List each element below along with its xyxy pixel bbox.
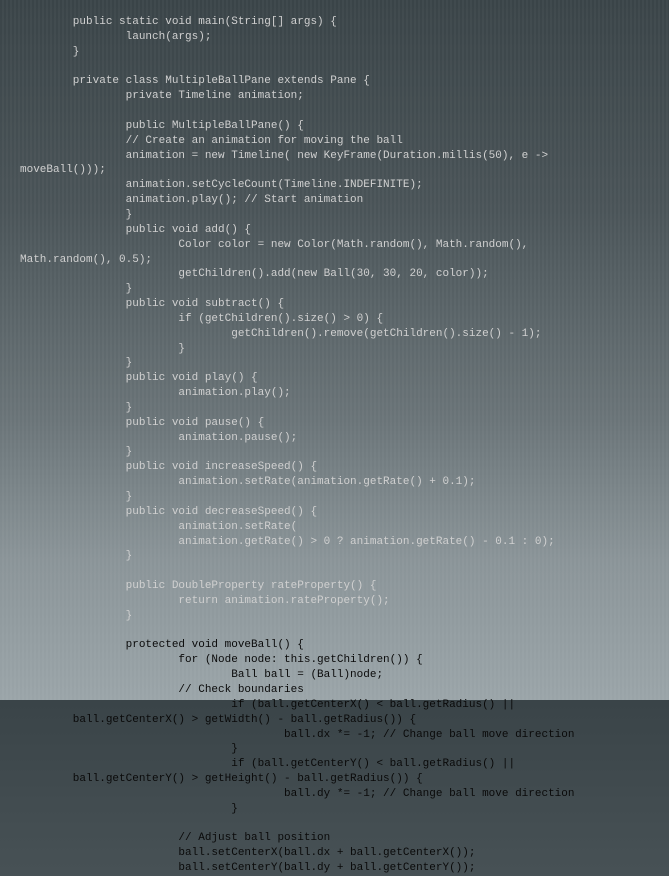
- code-line: animation.play();: [20, 387, 291, 399]
- code-line: // Check boundaries: [20, 684, 304, 696]
- code-line: }: [20, 46, 79, 58]
- code-line: public void play() {: [20, 372, 258, 384]
- code-line: // Adjust ball position: [20, 832, 330, 844]
- code-line: return animation.rateProperty();: [20, 595, 390, 607]
- code-line: public void pause() {: [20, 417, 264, 429]
- code-line: }: [20, 209, 132, 221]
- code-line: }: [20, 491, 132, 503]
- code-line: if (ball.getCenterX() < ball.getRadius()…: [20, 699, 515, 711]
- code-line: }: [20, 402, 132, 414]
- code-line: Color color = new Color(Math.random(), M…: [20, 239, 528, 251]
- code-line: launch(args);: [20, 31, 211, 43]
- code-line: }: [20, 803, 238, 815]
- code-line: ball.setCenterX(ball.dx + ball.getCenter…: [20, 847, 475, 859]
- code-line: getChildren().remove(getChildren().size(…: [20, 328, 542, 340]
- code-line: moveBall()));: [20, 164, 106, 176]
- code-line: public static void main(String[] args) {: [20, 16, 337, 28]
- code-line: if (getChildren().size() > 0) {: [20, 313, 383, 325]
- code-line: public MultipleBallPane() {: [20, 120, 304, 132]
- code-line: }: [20, 357, 132, 369]
- code-line: ball.setCenterY(ball.dy + ball.getCenter…: [20, 862, 475, 874]
- code-line: animation.play(); // Start animation: [20, 194, 363, 206]
- code-line: protected void moveBall() {: [20, 639, 304, 651]
- code-line: }: [20, 550, 132, 562]
- code-line: animation.pause();: [20, 432, 297, 444]
- code-line: private Timeline animation;: [20, 90, 304, 102]
- code-line: public void add() {: [20, 224, 251, 236]
- code-line: ball.getCenterX() > getWidth() - ball.ge…: [20, 714, 416, 726]
- code-line: Ball ball = (Ball)node;: [20, 669, 383, 681]
- code-line: if (ball.getCenterY() < ball.getRadius()…: [20, 758, 515, 770]
- code-line: }: [20, 343, 185, 355]
- code-line: }: [20, 743, 238, 755]
- code-line: }: [20, 610, 132, 622]
- code-line: for (Node node: this.getChildren()) {: [20, 654, 423, 666]
- code-line: animation.setCycleCount(Timeline.INDEFIN…: [20, 179, 423, 191]
- code-line: }: [20, 283, 132, 295]
- code-line: private class MultipleBallPane extends P…: [20, 75, 370, 87]
- code-line: public DoubleProperty rateProperty() {: [20, 580, 376, 592]
- code-line: ball.dx *= -1; // Change ball move direc…: [20, 729, 575, 741]
- code-line: ball.dy *= -1; // Change ball move direc…: [20, 788, 575, 800]
- code-line: Math.random(), 0.5);: [20, 254, 152, 266]
- code-line: ball.getCenterY() > getHeight() - ball.g…: [20, 773, 423, 785]
- code-line: public void decreaseSpeed() {: [20, 506, 317, 518]
- code-line: animation.setRate(animation.getRate() + …: [20, 476, 475, 488]
- code-line: animation = new Timeline( new KeyFrame(D…: [20, 150, 548, 162]
- code-line: // Create an animation for moving the ba…: [20, 135, 403, 147]
- code-line: public void subtract() {: [20, 298, 284, 310]
- code-line: animation.setRate(: [20, 521, 297, 533]
- code-line: getChildren().add(new Ball(30, 30, 20, c…: [20, 268, 489, 280]
- code-line: }: [20, 446, 132, 458]
- code-line: animation.getRate() > 0 ? animation.getR…: [20, 536, 555, 548]
- code-line: public void increaseSpeed() {: [20, 461, 317, 473]
- code-block: public static void main(String[] args) {…: [20, 15, 649, 876]
